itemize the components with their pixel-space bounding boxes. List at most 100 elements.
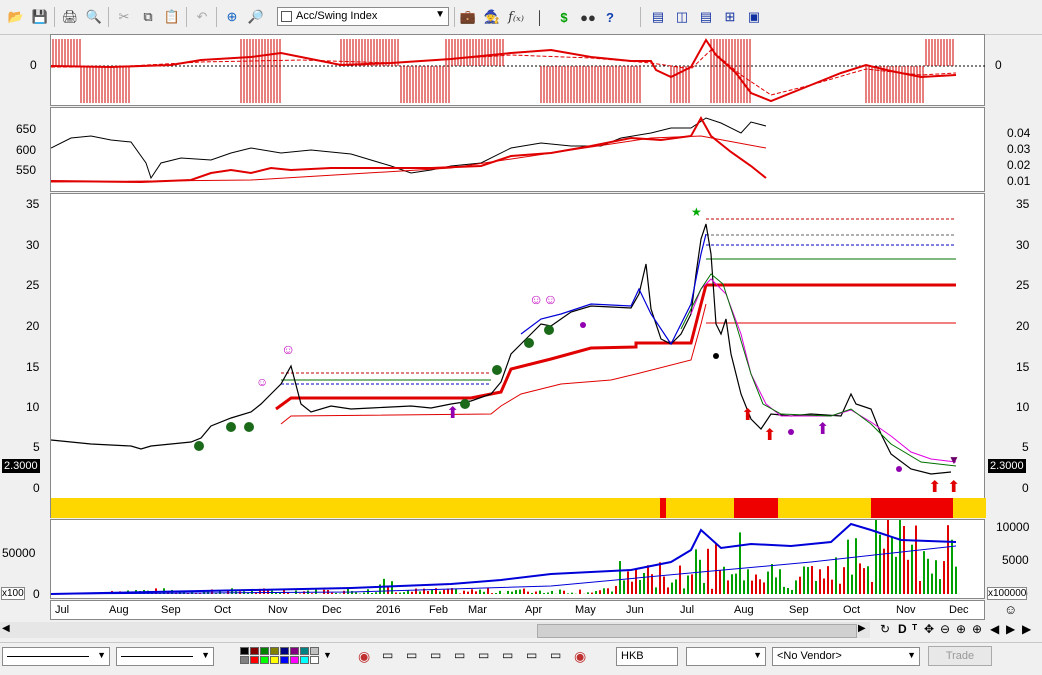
browser-icon[interactable]: ◉ [358,648,370,665]
binoculars-icon[interactable]: ●● [578,7,598,27]
draw-tool-icon[interactable]: ▭ [502,648,513,662]
volume-bar [659,562,661,594]
exchange-field[interactable]: HKB [616,647,678,666]
print-preview-icon[interactable]: 🔍 [84,7,104,27]
layout-5-icon[interactable]: ▣ [744,7,764,27]
color-swatch[interactable] [260,647,269,655]
acc-swing-zero-label-right: 0 [995,58,1002,72]
volume-pane[interactable] [50,519,985,599]
formula-icon[interactable]: f₍ₓ₎ [506,7,526,27]
layout-3-icon[interactable]: ▤ [696,7,716,27]
color-palette[interactable] [240,647,328,665]
trade-button[interactable]: Trade [928,646,992,666]
volume-bar [947,525,949,594]
end-icon[interactable]: ▶ [1022,622,1031,636]
horizontal-scrollbar[interactable]: ◀ ▶ [0,622,870,638]
volume-bar [879,535,881,594]
color-swatch[interactable] [300,647,309,655]
chart-icon[interactable]: │ [530,7,550,27]
smiley-face-icon[interactable]: ☺ [1004,602,1017,617]
draw-tool-icon[interactable]: ▭ [478,648,489,662]
open-icon[interactable]: 📂 [6,7,26,27]
help-icon[interactable]: ? [600,7,620,27]
layout-4-icon[interactable]: ⊞ [720,7,740,27]
color-swatch[interactable] [280,656,289,664]
dollar-icon[interactable]: $ [554,7,574,27]
period-select[interactable]: ▼ [686,647,766,666]
chevron-down-icon[interactable]: ▼ [323,650,332,660]
volume-bar [871,582,873,594]
color-swatch[interactable] [260,656,269,664]
draw-tool-icon[interactable]: ▭ [526,648,537,662]
scrollbar-thumb[interactable] [537,624,857,638]
layout-2-icon[interactable]: ◫ [672,7,692,27]
volume-bar [615,586,617,594]
draw-tool-icon[interactable]: ▭ [454,648,465,662]
color-swatch[interactable] [240,656,249,664]
draw-tool-icon[interactable]: ▭ [430,648,441,662]
line-width-select[interactable]: ▼ [116,647,214,666]
crosshair-icon[interactable]: ⊕ [222,7,242,27]
volume-bar [647,565,649,594]
volume-right-label: 10000 [996,520,1029,534]
zoom-out-icon[interactable]: ⊖ [940,622,950,636]
paste-icon[interactable]: 📋 [162,7,182,27]
price-pane[interactable]: ★ ☺ ☺ ☺☺ ⬆ ⬆ ⬆ ⬆ ⬆ ⬆ ▼ [50,193,985,518]
vendor-select[interactable]: <No Vendor> ▼ [772,647,920,666]
color-swatch[interactable] [280,647,289,655]
volume-bar [679,566,681,594]
up-arrow-icon: ⬆ [928,479,941,496]
browser-icon[interactable]: ◉ [574,648,586,665]
volume-bar [395,592,397,594]
print-icon[interactable]: 🖨 [60,7,80,27]
scroll-right-icon[interactable]: ▶ [858,623,866,634]
color-swatch[interactable] [240,647,249,655]
price-chart: ★ ☺ ☺ ☺☺ ⬆ ⬆ ⬆ ⬆ ⬆ ⬆ ▼ [51,194,986,519]
undo-icon[interactable]: ↶ [192,7,212,27]
g-marker [244,422,254,432]
wizard-icon[interactable]: 🧙 [482,7,502,27]
volume-bar [939,579,941,594]
target-icon[interactable]: ⊕ [972,622,982,636]
color-swatch[interactable] [270,656,279,664]
copy-icon[interactable]: ⧉ [138,7,158,27]
color-swatch[interactable] [300,656,309,664]
volume-bar [687,576,689,594]
cut-icon[interactable]: ✂ [114,7,134,27]
dot-marker [580,322,586,328]
compare-pane[interactable] [50,107,985,192]
d-icon[interactable]: D [898,622,907,636]
volume-bar [499,591,501,594]
prev-icon[interactable]: ◀ [990,622,999,636]
color-swatch[interactable] [290,647,299,655]
zoom-icon[interactable]: 🔎 [246,7,266,27]
toolbar-divider [216,7,217,27]
color-swatch[interactable] [270,647,279,655]
t-icon[interactable]: ᵀ [912,622,917,636]
zoom-in-icon[interactable]: ⊕ [956,622,966,636]
acc-swing-pane[interactable] [50,34,985,106]
volume-bar [887,520,889,594]
line-style-select[interactable]: ▼ [2,647,110,666]
signal-band-red [871,498,953,518]
color-swatch[interactable] [310,647,319,655]
color-swatch[interactable] [250,647,259,655]
next-icon[interactable]: ▶ [1006,622,1015,636]
time-axis: Jul Aug Sep Oct Nov Dec 2016 Feb Mar Apr… [50,600,985,620]
color-swatch[interactable] [250,656,259,664]
indicator-select[interactable]: Acc/Swing Index ▼ [277,7,449,26]
save-icon[interactable]: 💾 [30,7,50,27]
color-swatch[interactable] [310,656,319,664]
draw-tool-icon[interactable]: ▭ [382,648,393,662]
scroll-left-icon[interactable]: ◀ [2,623,10,634]
refresh-icon[interactable]: ↻ [880,622,890,636]
draw-tool-icon[interactable]: ▭ [550,648,561,662]
time-axis-label: Jun [626,604,644,616]
draw-tool-icon[interactable]: ▭ [406,648,417,662]
move-icon[interactable]: ✥ [924,622,934,636]
price-right-label: 20 [1016,319,1029,333]
toolbar-divider [186,7,187,27]
color-swatch[interactable] [290,656,299,664]
portfolio-icon[interactable]: 💼 [458,7,478,27]
layout-1-icon[interactable]: ▤ [648,7,668,27]
